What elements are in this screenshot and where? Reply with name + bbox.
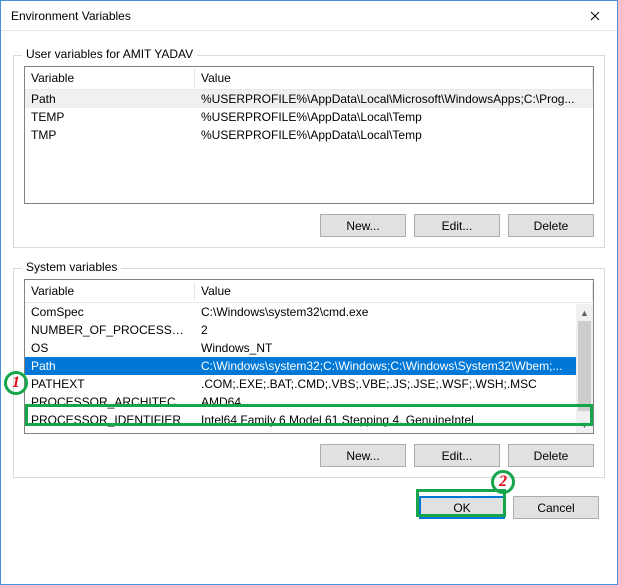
window-title: Environment Variables	[11, 9, 131, 23]
user-delete-button[interactable]: Delete	[508, 214, 594, 237]
cancel-button[interactable]: Cancel	[513, 496, 599, 519]
table-row[interactable]: Path %USERPROFILE%\AppData\Local\Microso…	[25, 90, 593, 109]
scroll-down-icon[interactable]: ▼	[576, 416, 593, 433]
user-col-variable[interactable]: Variable	[25, 67, 195, 90]
user-new-button[interactable]: New...	[320, 214, 406, 237]
cell-value: AMD64	[195, 393, 593, 411]
cell-variable: TEMP	[25, 108, 195, 126]
cell-value: C:\Windows\system32\cmd.exe	[195, 303, 593, 322]
table-row[interactable]: PROCESSOR_IDENTIFIER Intel64 Family 6 Mo…	[25, 411, 593, 429]
user-variables-table[interactable]: Variable Value Path %USERPROFILE%\AppDat…	[25, 67, 593, 144]
scroll-thumb[interactable]	[578, 321, 591, 411]
cell-value: .COM;.EXE;.BAT;.CMD;.VBS;.VBE;.JS;.JSE;.…	[195, 375, 593, 393]
system-delete-button[interactable]: Delete	[508, 444, 594, 467]
table-row[interactable]: PATHEXT .COM;.EXE;.BAT;.CMD;.VBS;.VBE;.J…	[25, 375, 593, 393]
cell-variable: Path	[25, 357, 195, 375]
cell-value: %USERPROFILE%\AppData\Local\Temp	[195, 108, 593, 126]
sys-col-variable[interactable]: Variable	[25, 280, 195, 303]
table-row[interactable]: TMP %USERPROFILE%\AppData\Local\Temp	[25, 126, 593, 144]
scroll-up-icon[interactable]: ▲	[576, 304, 593, 321]
user-variables-table-container: Variable Value Path %USERPROFILE%\AppDat…	[24, 66, 594, 204]
table-row[interactable]: Path C:\Windows\system32;C:\Windows;C:\W…	[25, 357, 593, 375]
dialog-content: User variables for AMIT YADAV Variable V…	[1, 31, 617, 488]
environment-variables-dialog: Environment Variables User variables for…	[0, 0, 618, 585]
table-row[interactable]: PROCESSOR_ARCHITECTURE AMD64	[25, 393, 593, 411]
system-button-row: New... Edit... Delete	[24, 444, 594, 467]
cell-variable: ComSpec	[25, 303, 195, 322]
table-row[interactable]: OS Windows_NT	[25, 339, 593, 357]
user-variables-label: User variables for AMIT YADAV	[22, 47, 197, 61]
cell-variable: PATHEXT	[25, 375, 195, 393]
table-row[interactable]: ComSpec C:\Windows\system32\cmd.exe	[25, 303, 593, 322]
system-variables-table[interactable]: Variable Value ComSpec C:\Windows\system…	[25, 280, 593, 429]
cell-variable: TMP	[25, 126, 195, 144]
user-edit-button[interactable]: Edit...	[414, 214, 500, 237]
dialog-button-row: OK Cancel	[1, 488, 617, 531]
cell-value: Windows_NT	[195, 339, 593, 357]
cell-variable: OS	[25, 339, 195, 357]
cell-variable: PROCESSOR_IDENTIFIER	[25, 411, 195, 429]
close-icon	[590, 11, 600, 21]
user-button-row: New... Edit... Delete	[24, 214, 594, 237]
cell-variable: NUMBER_OF_PROCESSORS	[25, 321, 195, 339]
table-row[interactable]: TEMP %USERPROFILE%\AppData\Local\Temp	[25, 108, 593, 126]
cell-variable: Path	[25, 90, 195, 109]
close-button[interactable]	[572, 1, 617, 30]
cell-value: %USERPROFILE%\AppData\Local\Temp	[195, 126, 593, 144]
titlebar: Environment Variables	[1, 1, 617, 31]
ok-button[interactable]: OK	[419, 496, 505, 519]
cell-value: 2	[195, 321, 593, 339]
user-col-value[interactable]: Value	[195, 67, 593, 90]
system-new-button[interactable]: New...	[320, 444, 406, 467]
cell-variable: PROCESSOR_ARCHITECTURE	[25, 393, 195, 411]
user-variables-group: User variables for AMIT YADAV Variable V…	[13, 55, 605, 248]
cell-value: C:\Windows\system32;C:\Windows;C:\Window…	[195, 357, 593, 375]
cell-value: Intel64 Family 6 Model 61 Stepping 4, Ge…	[195, 411, 593, 429]
system-variables-group: System variables Variable Value ComSpec …	[13, 268, 605, 478]
system-variables-label: System variables	[22, 260, 121, 274]
sys-col-value[interactable]: Value	[195, 280, 593, 303]
system-variables-table-container: Variable Value ComSpec C:\Windows\system…	[24, 279, 594, 434]
system-edit-button[interactable]: Edit...	[414, 444, 500, 467]
cell-value: %USERPROFILE%\AppData\Local\Microsoft\Wi…	[195, 90, 593, 109]
system-scrollbar[interactable]: ▲ ▼	[576, 304, 593, 433]
table-row[interactable]: NUMBER_OF_PROCESSORS 2	[25, 321, 593, 339]
